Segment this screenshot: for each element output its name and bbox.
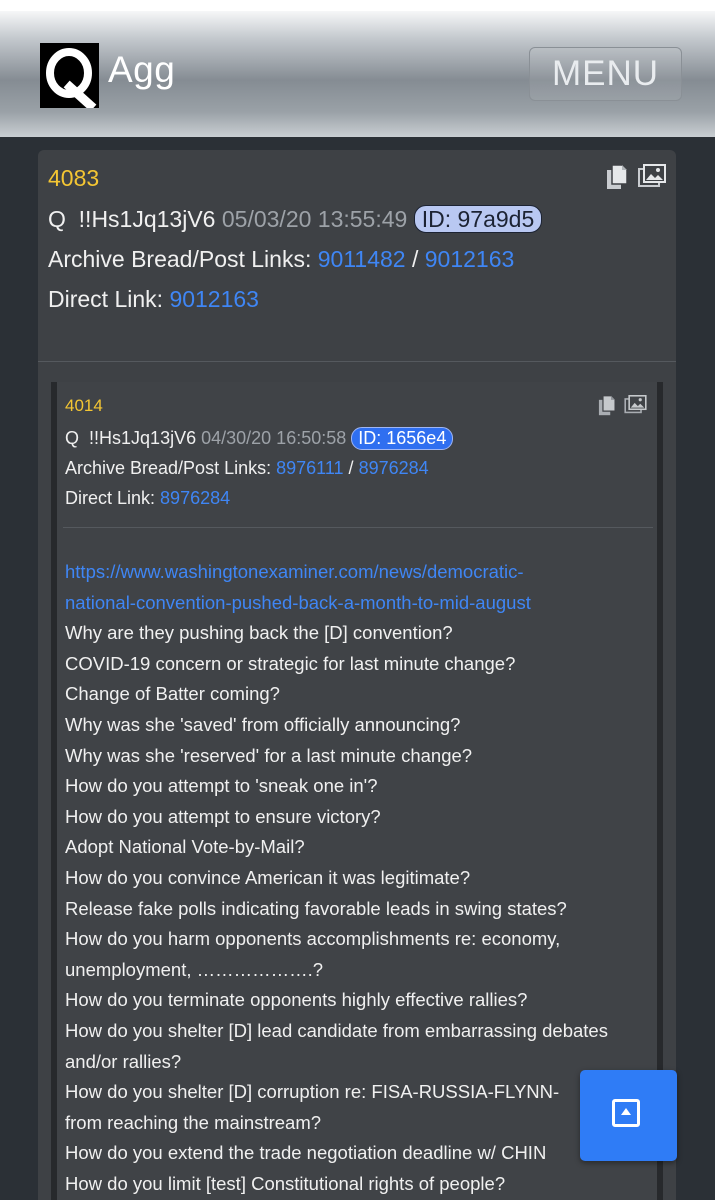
quoted-divider <box>63 527 653 528</box>
image-icon[interactable] <box>638 164 666 188</box>
quoted-author: Q <box>65 428 80 448</box>
q-logo[interactable]: Q <box>40 43 99 112</box>
body-line: How do you convince American it was legi… <box>65 866 471 888</box>
post-direct-line: Direct Link: 9012163 <box>48 286 259 313</box>
menu-button[interactable]: MENU <box>529 47 682 101</box>
direct-link-label: Direct Link: <box>48 286 164 312</box>
quoted-header-line: Q !!Hs1Jq13jV6 04/30/20 16:50:58 ID: 165… <box>65 427 454 450</box>
article-url-line-1[interactable]: https://www.washingtonexaminer.com/news/… <box>65 557 660 588</box>
body-line: How do you terminate opponents highly ef… <box>65 989 528 1011</box>
image-icon[interactable] <box>624 395 647 414</box>
post-timestamp: 05/03/20 13:55:49 <box>221 206 408 232</box>
copy-icon[interactable] <box>606 164 628 190</box>
copy-icon[interactable] <box>598 395 616 416</box>
quoted-post: 4014 Q !!Hs1Jq13jV6 04/30/20 16:50:58 ID… <box>51 382 663 1200</box>
post-id-badge[interactable]: ID: 97a9d5 <box>413 205 543 233</box>
scroll-to-top-button[interactable] <box>580 1070 677 1161</box>
quoted-id-badge[interactable]: ID: 1656e4 <box>351 427 454 450</box>
app-title: Agg <box>108 49 176 90</box>
quoted-archive-label: Archive Bread/Post Links: <box>65 458 272 478</box>
quoted-direct-link[interactable]: 8976284 <box>160 488 230 508</box>
direct-link[interactable]: 9012163 <box>169 286 259 312</box>
body-line: How do you attempt to 'sneak one in'? <box>65 775 378 797</box>
post-tripcode: !!Hs1Jq13jV6 <box>78 206 216 232</box>
post-archive-line: Archive Bread/Post Links: 9011482 / 9012… <box>48 246 514 273</box>
quoted-direct-label: Direct Link: <box>65 488 156 508</box>
post-author: Q <box>48 206 66 232</box>
body-line: How do you harm opponents accomplishment… <box>65 928 561 950</box>
quoted-post-body: https://www.washingtonexaminer.com/news/… <box>65 557 660 1199</box>
article-url-line-2[interactable]: national-convention-pushed-back-a-month-… <box>65 588 660 619</box>
body-line: How do you attempt to ensure victory? <box>65 805 381 827</box>
q-logo-icon: Q <box>40 43 99 112</box>
body-line: Why was she 'saved' from officially anno… <box>65 713 461 735</box>
body-line: Adopt National Vote-by-Mail? <box>65 836 305 858</box>
quoted-post-number[interactable]: 4014 <box>65 396 103 416</box>
post-card: 4083 Q !!Hs1Jq13jV6 05/03/20 13:55:49 ID… <box>38 150 676 1200</box>
post-number[interactable]: 4083 <box>48 165 99 192</box>
body-line: Change of Batter coming? <box>65 683 280 705</box>
scroll-to-top-icon <box>612 1099 640 1127</box>
body-line: Why was she 'reserved' for a last minute… <box>65 744 473 766</box>
post-header-line: Q !!Hs1Jq13jV6 05/03/20 13:55:49 ID: 97a… <box>48 205 543 233</box>
body-line: How do you extend the trade negotiation … <box>65 1142 547 1164</box>
body-line: How do you limit [test] Constitutional r… <box>65 1172 506 1194</box>
body-line: and/or rallies? <box>65 1050 182 1072</box>
archive-separator: / <box>411 246 419 272</box>
archive-post-link[interactable]: 9012163 <box>425 246 515 272</box>
body-line: from reaching the mainstream? <box>65 1111 322 1133</box>
app-screen: Q Agg MENU 4083 Q !!Hs1Jq13jV6 05/03/20 … <box>0 11 715 1200</box>
quoted-tripcode: !!Hs1Jq13jV6 <box>89 428 197 448</box>
post-divider <box>38 361 676 362</box>
archive-label: Archive Bread/Post Links: <box>48 246 312 272</box>
archive-bread-link[interactable]: 9011482 <box>318 246 406 272</box>
app-header: Q Agg MENU <box>0 11 715 137</box>
post-actions <box>606 164 666 190</box>
quoted-archive-separator: / <box>348 458 354 478</box>
quoted-archive-bread-link[interactable]: 8976111 <box>276 458 343 478</box>
quoted-archive-line: Archive Bread/Post Links: 8976111 / 8976… <box>65 458 429 479</box>
body-line: How do you shelter [D] lead candidate fr… <box>65 1019 608 1041</box>
quoted-timestamp: 04/30/20 16:50:58 <box>201 428 347 448</box>
body-line: unemployment, ……………….? <box>65 958 324 980</box>
quoted-post-actions <box>598 395 647 416</box>
body-line: Release fake polls indicating favorable … <box>65 897 567 919</box>
body-line: How do you shelter [D] corruption re: FI… <box>65 1081 560 1103</box>
quoted-direct-line: Direct Link: 8976284 <box>65 488 230 509</box>
quoted-archive-post-link[interactable]: 8976284 <box>359 458 429 478</box>
body-line: COVID-19 concern or strategic for last m… <box>65 652 516 674</box>
body-line: Why are they pushing back the [D] conven… <box>65 622 453 644</box>
